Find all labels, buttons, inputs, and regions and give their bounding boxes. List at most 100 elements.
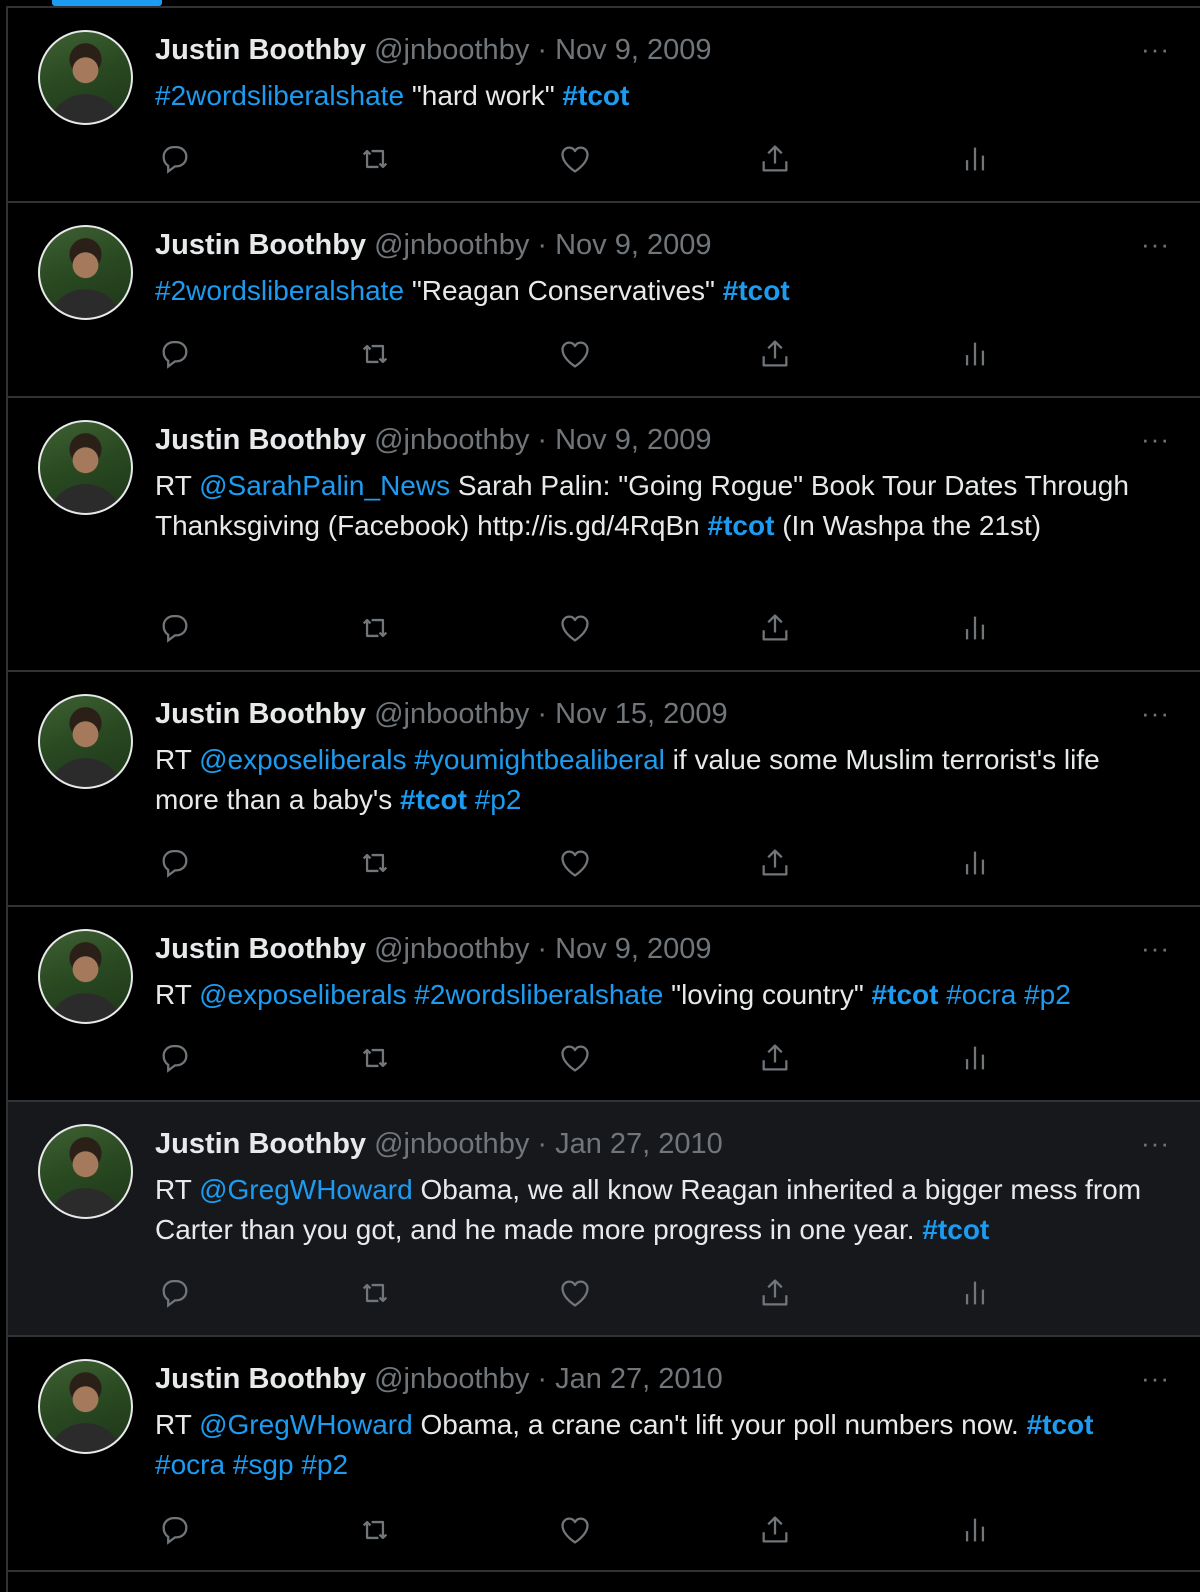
more-options-icon[interactable]: ··· [1141,34,1170,64]
mention-link[interactable]: @GregWHoward [199,1174,413,1205]
reply-button[interactable] [158,1276,198,1316]
author-handle[interactable]: @jnboothby [374,34,529,66]
author-name[interactable]: Justin Boothby [155,229,366,261]
reply-button[interactable] [158,846,198,886]
more-options-icon[interactable]: ··· [1141,698,1170,728]
like-button[interactable] [558,1276,598,1316]
tweet-date[interactable]: Nov 9, 2009 [555,424,711,456]
tweet[interactable]: Justin Boothby @jnboothby · Jan 27, 2010… [8,1102,1200,1337]
tweet-date[interactable]: Nov 9, 2009 [555,34,711,66]
hashtag-link[interactable]: #tcot [400,784,467,815]
retweet-button[interactable] [358,142,398,182]
hashtag-link[interactable]: #p2 [475,784,522,815]
hashtag-link[interactable]: #tcot [723,275,790,306]
hashtag-link[interactable]: #p2 [301,1449,348,1480]
mention-link[interactable]: @SarahPalin_News [199,470,450,501]
avatar[interactable] [38,929,133,1024]
tweet[interactable]: Justin Boothby @jnboothby · Nov 9, 2009 ·… [8,398,1200,672]
author-name[interactable]: Justin Boothby [155,424,366,456]
author-handle[interactable]: @jnboothby [374,229,529,261]
hashtag-link[interactable]: #tcot [922,1214,989,1245]
like-button[interactable] [558,1513,598,1553]
author-name[interactable]: Justin Boothby [155,1128,366,1160]
hashtag-link[interactable]: #p2 [1024,979,1071,1010]
tweet[interactable]: Justin Boothby @jnboothby · Nov 9, 2009 ·… [8,203,1200,398]
hashtag-link[interactable]: #ocra [155,1449,225,1480]
more-options-icon[interactable]: ··· [1141,1363,1170,1393]
like-button[interactable] [558,611,598,651]
hashtag-link[interactable]: #2wordsliberalshate [155,80,404,111]
author-handle[interactable]: @jnboothby [374,933,529,965]
hashtag-link[interactable]: #tcot [562,80,629,111]
mention-link[interactable]: @GregWHoward [199,1409,413,1440]
avatar[interactable] [38,420,133,515]
retweet-button[interactable] [358,1513,398,1553]
share-button[interactable] [758,142,798,182]
reply-button[interactable] [158,1041,198,1081]
retweet-button[interactable] [358,1041,398,1081]
avatar[interactable] [38,694,133,789]
analytics-button[interactable] [958,1276,998,1316]
author-handle[interactable]: @jnboothby [374,1363,529,1395]
like-button[interactable] [558,1041,598,1081]
retweet-button[interactable] [358,337,398,377]
tweet-date[interactable]: Nov 9, 2009 [555,229,711,261]
more-options-icon[interactable]: ··· [1141,1128,1170,1158]
hashtag-link[interactable]: #ocra [946,979,1016,1010]
retweet-button[interactable] [358,611,398,651]
more-options-icon[interactable]: ··· [1141,933,1170,963]
hashtag-link[interactable]: #2wordsliberalshate [155,275,404,306]
tweet-date[interactable]: Jan 27, 2010 [555,1363,723,1395]
more-options-icon[interactable]: ··· [1141,229,1170,259]
avatar[interactable] [38,1124,133,1219]
analytics-button[interactable] [958,1513,998,1553]
analytics-button[interactable] [958,611,998,651]
retweet-button[interactable] [358,1276,398,1316]
reply-button[interactable] [158,1513,198,1553]
mention-link[interactable]: @exposeliberals [199,979,406,1010]
hashtag-link[interactable]: #tcot [872,979,939,1010]
share-button[interactable] [758,1041,798,1081]
more-options-icon[interactable]: ··· [1141,424,1170,454]
hashtag-link[interactable]: #tcot [708,510,775,541]
analytics-button[interactable] [958,142,998,182]
share-button[interactable] [758,337,798,377]
tweet-date[interactable]: Jan 27, 2010 [555,1128,723,1160]
avatar[interactable] [38,1359,133,1454]
author-name[interactable]: Justin Boothby [155,933,366,965]
author-handle[interactable]: @jnboothby [374,1128,529,1160]
author-handle[interactable]: @jnboothby [374,424,529,456]
hashtag-link[interactable]: #sgp [233,1449,294,1480]
reply-button[interactable] [158,611,198,651]
author-name[interactable]: Justin Boothby [155,698,366,730]
avatar[interactable] [38,30,133,125]
hashtag-link[interactable]: #tcot [1027,1409,1094,1440]
author-name[interactable]: Justin Boothby [155,34,366,66]
analytics-button[interactable] [958,1041,998,1081]
author-name[interactable]: Justin Boothby [155,1363,366,1395]
tweet-date[interactable]: Nov 15, 2009 [555,698,728,730]
analytics-button[interactable] [958,337,998,377]
author-handle[interactable]: @jnboothby [374,698,529,730]
hashtag-link[interactable]: #2wordsliberalshate [414,979,663,1010]
tweet[interactable]: Justin Boothby @jnboothby · Nov 9, 2009 ·… [8,8,1200,203]
tweet[interactable]: Justin Boothby @jnboothby · Jan 27, 2010… [8,1337,1200,1572]
reply-button[interactable] [158,337,198,377]
share-button[interactable] [758,1276,798,1316]
share-button[interactable] [758,846,798,886]
mention-link[interactable]: @exposeliberals [199,744,406,775]
tweet[interactable]: Justin Boothby @jnboothby · Nov 15, 2009… [8,672,1200,907]
hashtag-link[interactable]: #youmightbealiberal [414,744,665,775]
tweet-actions [158,142,1058,182]
retweet-button[interactable] [358,846,398,886]
like-button[interactable] [558,337,598,377]
reply-button[interactable] [158,142,198,182]
tweet-date[interactable]: Nov 9, 2009 [555,933,711,965]
like-button[interactable] [558,846,598,886]
like-button[interactable] [558,142,598,182]
share-button[interactable] [758,1513,798,1553]
avatar[interactable] [38,225,133,320]
share-button[interactable] [758,611,798,651]
tweet[interactable]: Justin Boothby @jnboothby · Nov 9, 2009 ·… [8,907,1200,1102]
analytics-button[interactable] [958,846,998,886]
